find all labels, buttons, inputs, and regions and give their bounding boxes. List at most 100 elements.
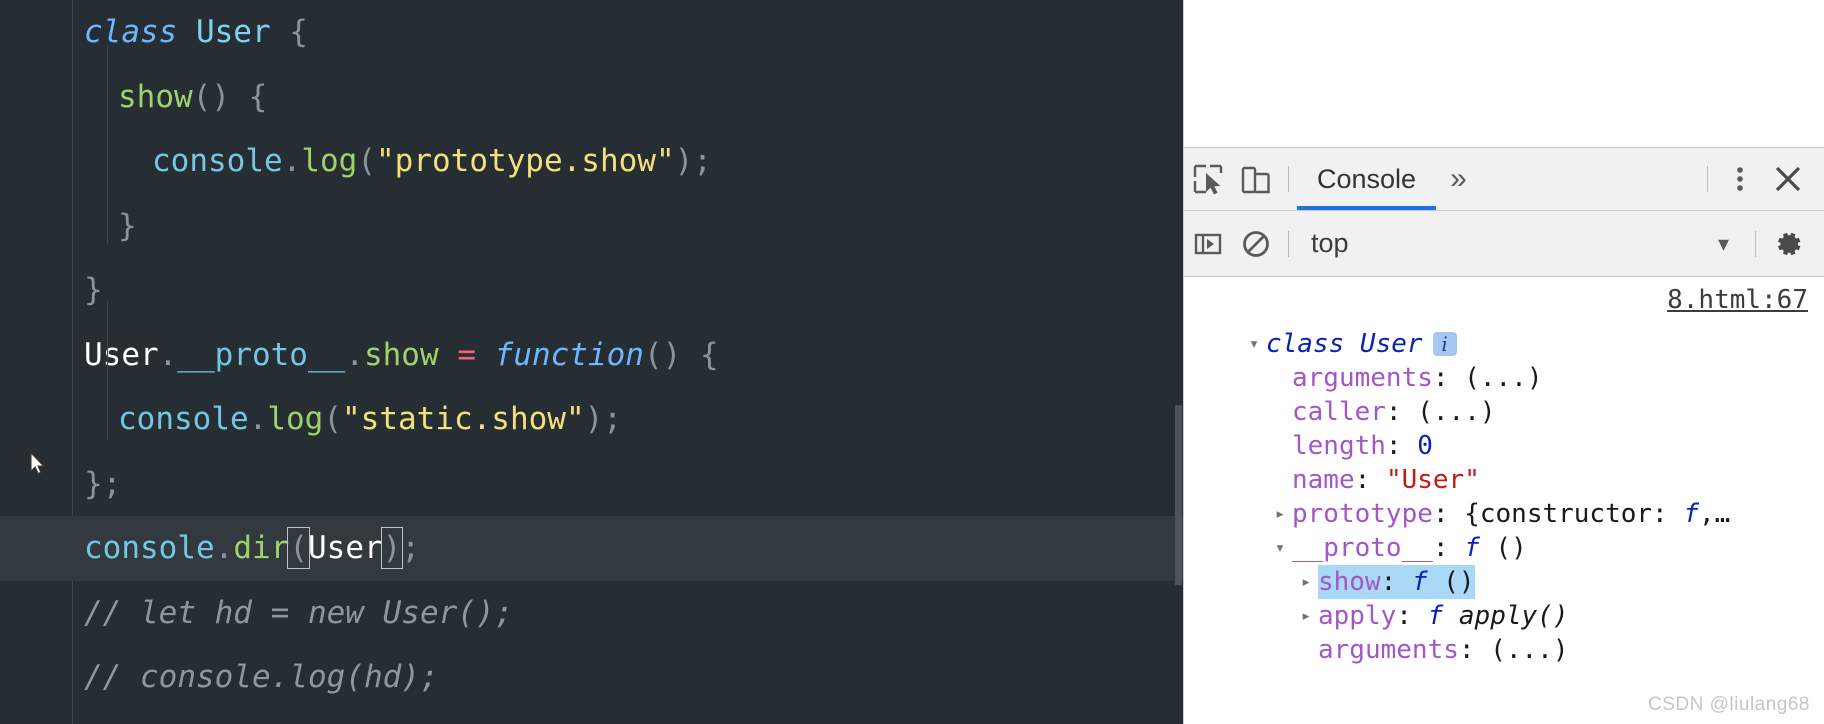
code-editor-pane[interactable]: class User {show() {console.log("prototy… [0, 0, 1183, 724]
console-row-content: arguments: (...) [1318, 633, 1568, 667]
code-token: ) [380, 527, 404, 569]
toolbar-divider-1 [1288, 166, 1289, 192]
console-object-row[interactable]: ▸ apply: f apply() [1184, 599, 1824, 633]
code-token: show [363, 336, 439, 373]
page-viewport [1184, 0, 1824, 148]
code-token: ( [287, 527, 310, 569]
code-token: "static.show" [342, 401, 585, 437]
close-icon[interactable] [1764, 156, 1812, 202]
code-lines-container[interactable]: class User {show() {console.log("prototy… [0, 0, 1183, 710]
disclosure-collapsed-icon[interactable]: ▸ [1294, 565, 1318, 599]
console-object-row[interactable]: name: "User" [1184, 463, 1824, 497]
console-object-row[interactable]: ▾ __proto__: f () [1184, 531, 1824, 565]
console-row-content: prototype: {constructor: f,… [1292, 497, 1730, 531]
code-token: // let hd = new User(); [84, 594, 514, 631]
code-token: } [84, 272, 103, 308]
code-token: ); [674, 143, 712, 179]
code-token: User [308, 530, 383, 566]
code-token: log [301, 143, 358, 179]
code-line[interactable]: // let hd = new User(); [0, 581, 1183, 646]
code-line[interactable]: } [0, 194, 1183, 259]
code-token: console [84, 530, 215, 566]
console-token: : [1385, 397, 1418, 427]
console-token: __proto__ [1292, 533, 1433, 563]
console-object-row[interactable]: length: 0 [1184, 429, 1824, 463]
code-line[interactable]: show() { [0, 65, 1183, 130]
code-token: show [118, 78, 193, 115]
console-row-content: __proto__: f () [1292, 531, 1527, 565]
code-token: . [214, 530, 234, 566]
console-sidebar-toggle-icon[interactable] [1184, 221, 1232, 267]
code-line[interactable]: }; [0, 452, 1183, 517]
code-token: . [282, 143, 302, 179]
disclosure-collapsed-icon[interactable]: ▸ [1294, 599, 1318, 633]
console-output[interactable]: 8.html:67 ▾ class User i arguments: (...) ca… [1184, 277, 1824, 724]
code-token: // console.log(hd); [84, 659, 439, 695]
code-line-text: // console.log(hd); [0, 645, 439, 710]
console-token: 0 [1417, 431, 1433, 461]
console-token: "User" [1385, 465, 1480, 495]
code-line-text: console.log("static.show"); [0, 387, 622, 452]
indent-guide [107, 300, 108, 440]
console-token: (...) [1417, 397, 1496, 427]
console-token: arguments [1292, 363, 1433, 393]
code-token: __proto__ [177, 336, 346, 373]
code-token: = [457, 336, 476, 373]
info-badge-icon[interactable]: i [1432, 332, 1457, 356]
kebab-menu-icon[interactable] [1716, 156, 1764, 202]
console-object-row[interactable]: ▸ prototype: {constructor: f,… [1184, 497, 1824, 531]
tab-console[interactable]: Console [1297, 148, 1437, 210]
console-object-row[interactable]: ▾ class User i [1184, 327, 1824, 361]
console-object-row[interactable]: caller: (...) [1184, 395, 1824, 429]
disclosure-collapsed-icon[interactable]: ▸ [1268, 497, 1292, 531]
code-line-text: console.dir(User); [0, 516, 420, 581]
console-token: show [1318, 567, 1381, 597]
indent-guide [107, 45, 108, 245]
code-token: User [195, 14, 271, 50]
code-token: { [270, 14, 308, 50]
console-token: f [1411, 567, 1428, 597]
code-line[interactable]: } [0, 258, 1183, 323]
code-line[interactable]: console.log("static.show"); [0, 387, 1183, 452]
code-line[interactable]: class User { [0, 0, 1183, 65]
editor-scrollbar-thumb[interactable] [1175, 405, 1182, 585]
disclosure-expanded-icon[interactable]: ▾ [1268, 531, 1292, 565]
console-object-row[interactable]: ▸ show: f () [1184, 565, 1824, 599]
code-token: . [158, 336, 178, 373]
code-line[interactable]: console.log("prototype.show"); [0, 129, 1183, 194]
code-line[interactable]: User.__proto__.show = function() { [0, 323, 1183, 388]
editor-scrollbar[interactable] [1173, 0, 1183, 724]
console-row-content: arguments: (...) [1292, 361, 1542, 395]
code-token: }; [84, 465, 122, 502]
more-tabs-button[interactable]: » [1436, 156, 1481, 202]
disclosure-expanded-icon[interactable]: ▾ [1242, 327, 1266, 361]
execution-context-dropdown[interactable]: top [1297, 228, 1349, 259]
console-token: f [1683, 499, 1700, 529]
console-row-content: class User [1266, 327, 1423, 361]
code-line[interactable]: // console.log(hd); [0, 645, 1183, 710]
inspect-element-icon[interactable] [1184, 156, 1232, 202]
device-toolbar-icon[interactable] [1232, 156, 1280, 202]
console-token: () [1479, 533, 1527, 563]
console-source-link[interactable]: 8.html:67 [1667, 285, 1808, 315]
code-token: () { [643, 336, 719, 373]
gear-icon[interactable] [1764, 221, 1812, 267]
console-token: apply() [1443, 601, 1569, 631]
console-object-row[interactable]: arguments: (...) [1184, 361, 1824, 395]
console-token: f [1464, 533, 1480, 563]
clear-console-icon[interactable] [1232, 221, 1280, 267]
code-line-text: }; [0, 452, 121, 517]
console-token: name [1292, 465, 1355, 495]
execution-context-label: top [1311, 228, 1349, 258]
chevron-down-icon[interactable]: ▾ [1700, 231, 1747, 257]
console-token: (...) [1490, 635, 1569, 665]
tab-console-label: Console [1317, 163, 1417, 194]
console-row-content: apply: f apply() [1318, 599, 1568, 633]
console-object-row[interactable]: arguments: (...) [1184, 633, 1824, 667]
console-token: : [1385, 431, 1418, 461]
filterbar-divider-2 [1755, 230, 1756, 257]
console-token: : [1380, 567, 1412, 597]
code-line[interactable]: console.dir(User); [0, 516, 1183, 581]
